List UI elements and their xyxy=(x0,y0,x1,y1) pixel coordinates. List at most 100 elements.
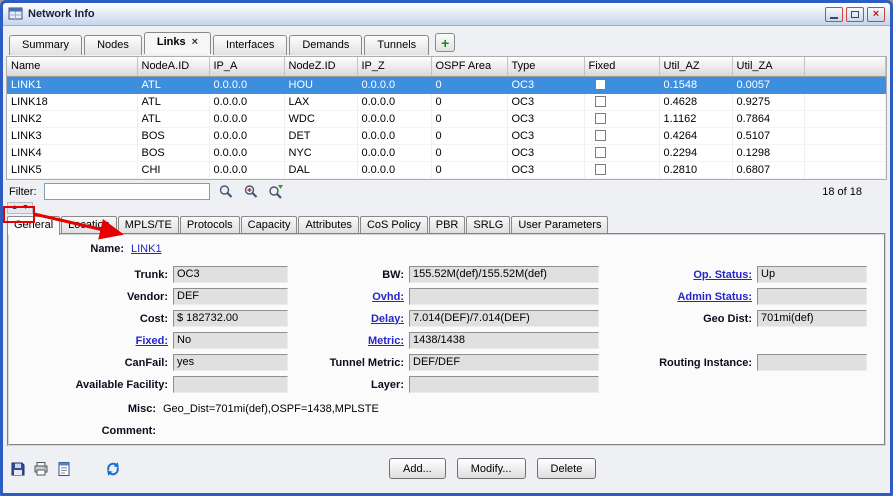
cell-util-az[interactable]: 0.2810 xyxy=(659,161,732,178)
save-icon[interactable] xyxy=(9,460,27,477)
cell-ip-z[interactable]: 0.0.0.0 xyxy=(357,110,431,127)
delay-field[interactable]: 7.014(DEF)/7.014(DEF) xyxy=(409,310,599,327)
cell-name[interactable]: LINK18 xyxy=(7,93,137,110)
column-header-ip-a[interactable]: IP_A xyxy=(209,57,284,76)
fixed-checkbox[interactable] xyxy=(595,147,606,158)
tab-nodes[interactable]: Nodes xyxy=(84,35,142,55)
link-name-link[interactable]: LINK1 xyxy=(131,243,162,255)
cell-node-z-id[interactable]: WDC xyxy=(284,110,357,127)
close-tab-icon[interactable]: × xyxy=(192,37,198,47)
cell-node-z-id[interactable]: DET xyxy=(284,127,357,144)
add-button[interactable]: Add... xyxy=(389,458,446,479)
zoom-in-search-icon[interactable] xyxy=(242,183,260,200)
routing-instance-field[interactable] xyxy=(757,354,867,371)
cell-ip-z[interactable]: 0.0.0.0 xyxy=(357,127,431,144)
cell-node-z-id[interactable]: LAX xyxy=(284,93,357,110)
tunnel-metric-field[interactable]: DEF/DEF xyxy=(409,354,599,371)
fixed-checkbox[interactable] xyxy=(595,79,606,90)
table-row[interactable]: LINK18 ATL 0.0.0.0 LAX 0.0.0.0 0 OC3 0.4… xyxy=(7,93,886,110)
metric-field[interactable]: 1438/1438 xyxy=(409,332,599,349)
bw-field[interactable]: 155.52M(def)/155.52M(def) xyxy=(409,266,599,283)
cell-name[interactable]: LINK5 xyxy=(7,161,137,178)
cell-ip-z[interactable]: 0.0.0.0 xyxy=(357,144,431,161)
cell-name[interactable]: LINK4 xyxy=(7,144,137,161)
vendor-field[interactable]: DEF xyxy=(173,288,288,305)
cell-ospf-area[interactable]: 0 xyxy=(431,144,507,161)
column-header-name[interactable]: Name xyxy=(7,57,137,76)
table-row[interactable]: LINK1 ATL 0.0.0.0 HOU 0.0.0.0 0 OC3 0.15… xyxy=(7,76,886,93)
cell-util-az[interactable]: 0.2294 xyxy=(659,144,732,161)
detail-tab-general[interactable]: General xyxy=(7,216,60,235)
detail-tab-protocols[interactable]: Protocols xyxy=(180,216,240,233)
cell-type[interactable]: OC3 xyxy=(507,144,584,161)
cell-ospf-area[interactable]: 0 xyxy=(431,127,507,144)
filter-input[interactable] xyxy=(44,183,210,200)
table-row[interactable]: LINK2 ATL 0.0.0.0 WDC 0.0.0.0 0 OC3 1.11… xyxy=(7,110,886,127)
op-status-field[interactable]: Up xyxy=(757,266,867,283)
cell-util-az[interactable]: 0.4628 xyxy=(659,93,732,110)
tab-interfaces[interactable]: Interfaces xyxy=(213,35,287,55)
modify-button[interactable]: Modify... xyxy=(457,458,526,479)
column-header-fixed[interactable]: Fixed xyxy=(584,57,659,76)
cell-type[interactable]: OC3 xyxy=(507,76,584,93)
close-button[interactable]: × xyxy=(867,7,885,22)
layer-field[interactable] xyxy=(409,376,599,393)
cell-util-az[interactable]: 0.4264 xyxy=(659,127,732,144)
cell-name[interactable]: LINK1 xyxy=(7,76,137,93)
tab-links[interactable]: Links × xyxy=(144,32,211,54)
cell-node-z-id[interactable]: HOU xyxy=(284,76,357,93)
admin-status-field[interactable] xyxy=(757,288,867,305)
cell-ip-a[interactable]: 0.0.0.0 xyxy=(209,76,284,93)
print-icon[interactable] xyxy=(32,460,50,477)
fixed-checkbox[interactable] xyxy=(595,164,606,175)
column-header-ospf-area[interactable]: OSPF Area xyxy=(431,57,507,76)
cell-ip-a[interactable]: 0.0.0.0 xyxy=(209,110,284,127)
ovhd-field[interactable] xyxy=(409,288,599,305)
cell-util-za[interactable]: 0.0057 xyxy=(732,76,804,93)
cell-ip-a[interactable]: 0.0.0.0 xyxy=(209,93,284,110)
column-header-node-z-id[interactable]: NodeZ.ID xyxy=(284,57,357,76)
column-header-node-a-id[interactable]: NodeA.ID xyxy=(137,57,209,76)
cell-name[interactable]: LINK2 xyxy=(7,110,137,127)
admin-status-label-link[interactable]: Admin Status: xyxy=(607,291,757,303)
canfail-field[interactable]: yes xyxy=(173,354,288,371)
detail-tab-location[interactable]: Location xyxy=(61,216,117,233)
tab-demands[interactable]: Demands xyxy=(289,35,362,55)
cell-type[interactable]: OC3 xyxy=(507,110,584,127)
restore-button[interactable] xyxy=(846,7,864,22)
cell-node-a-id[interactable]: ATL xyxy=(137,110,209,127)
cell-ip-a[interactable]: 0.0.0.0 xyxy=(209,144,284,161)
cell-ospf-area[interactable]: 0 xyxy=(431,76,507,93)
cell-util-za[interactable]: 0.9275 xyxy=(732,93,804,110)
cost-field[interactable]: $ 182732.00 xyxy=(173,310,288,327)
detail-tab-user-parameters[interactable]: User Parameters xyxy=(511,216,608,233)
cell-ospf-area[interactable]: 0 xyxy=(431,93,507,110)
cell-node-z-id[interactable]: DAL xyxy=(284,161,357,178)
column-header-type[interactable]: Type xyxy=(507,57,584,76)
tab-tunnels[interactable]: Tunnels xyxy=(364,35,429,55)
collapse-up-icon[interactable]: ▲ xyxy=(11,204,18,212)
available-facility-field[interactable] xyxy=(173,376,288,393)
delay-label-link[interactable]: Delay: xyxy=(297,313,409,325)
cell-ip-a[interactable]: 0.0.0.0 xyxy=(209,161,284,178)
fixed-label-link[interactable]: Fixed: xyxy=(15,335,173,347)
table-row[interactable]: LINK5 CHI 0.0.0.0 DAL 0.0.0.0 0 OC3 0.28… xyxy=(7,161,886,178)
fixed-checkbox[interactable] xyxy=(595,113,606,124)
column-header-util-az[interactable]: Util_AZ xyxy=(659,57,732,76)
trunk-field[interactable]: OC3 xyxy=(173,266,288,283)
column-header-ip-z[interactable]: IP_Z xyxy=(357,57,431,76)
cell-type[interactable]: OC3 xyxy=(507,93,584,110)
cell-ip-z[interactable]: 0.0.0.0 xyxy=(357,76,431,93)
cell-ip-a[interactable]: 0.0.0.0 xyxy=(209,127,284,144)
op-status-label-link[interactable]: Op. Status: xyxy=(607,269,757,281)
detail-tab-cos-policy[interactable]: CoS Policy xyxy=(360,216,428,233)
cell-type[interactable]: OC3 xyxy=(507,161,584,178)
cell-name[interactable]: LINK3 xyxy=(7,127,137,144)
fixed-checkbox[interactable] xyxy=(595,96,606,107)
ovhd-label-link[interactable]: Ovhd: xyxy=(297,291,409,303)
cell-node-a-id[interactable]: BOS xyxy=(137,144,209,161)
column-header-util-za[interactable]: Util_ZA xyxy=(732,57,804,76)
cell-type[interactable]: OC3 xyxy=(507,127,584,144)
search-icon[interactable] xyxy=(217,183,235,200)
detail-tab-mpls-te[interactable]: MPLS/TE xyxy=(118,216,179,233)
